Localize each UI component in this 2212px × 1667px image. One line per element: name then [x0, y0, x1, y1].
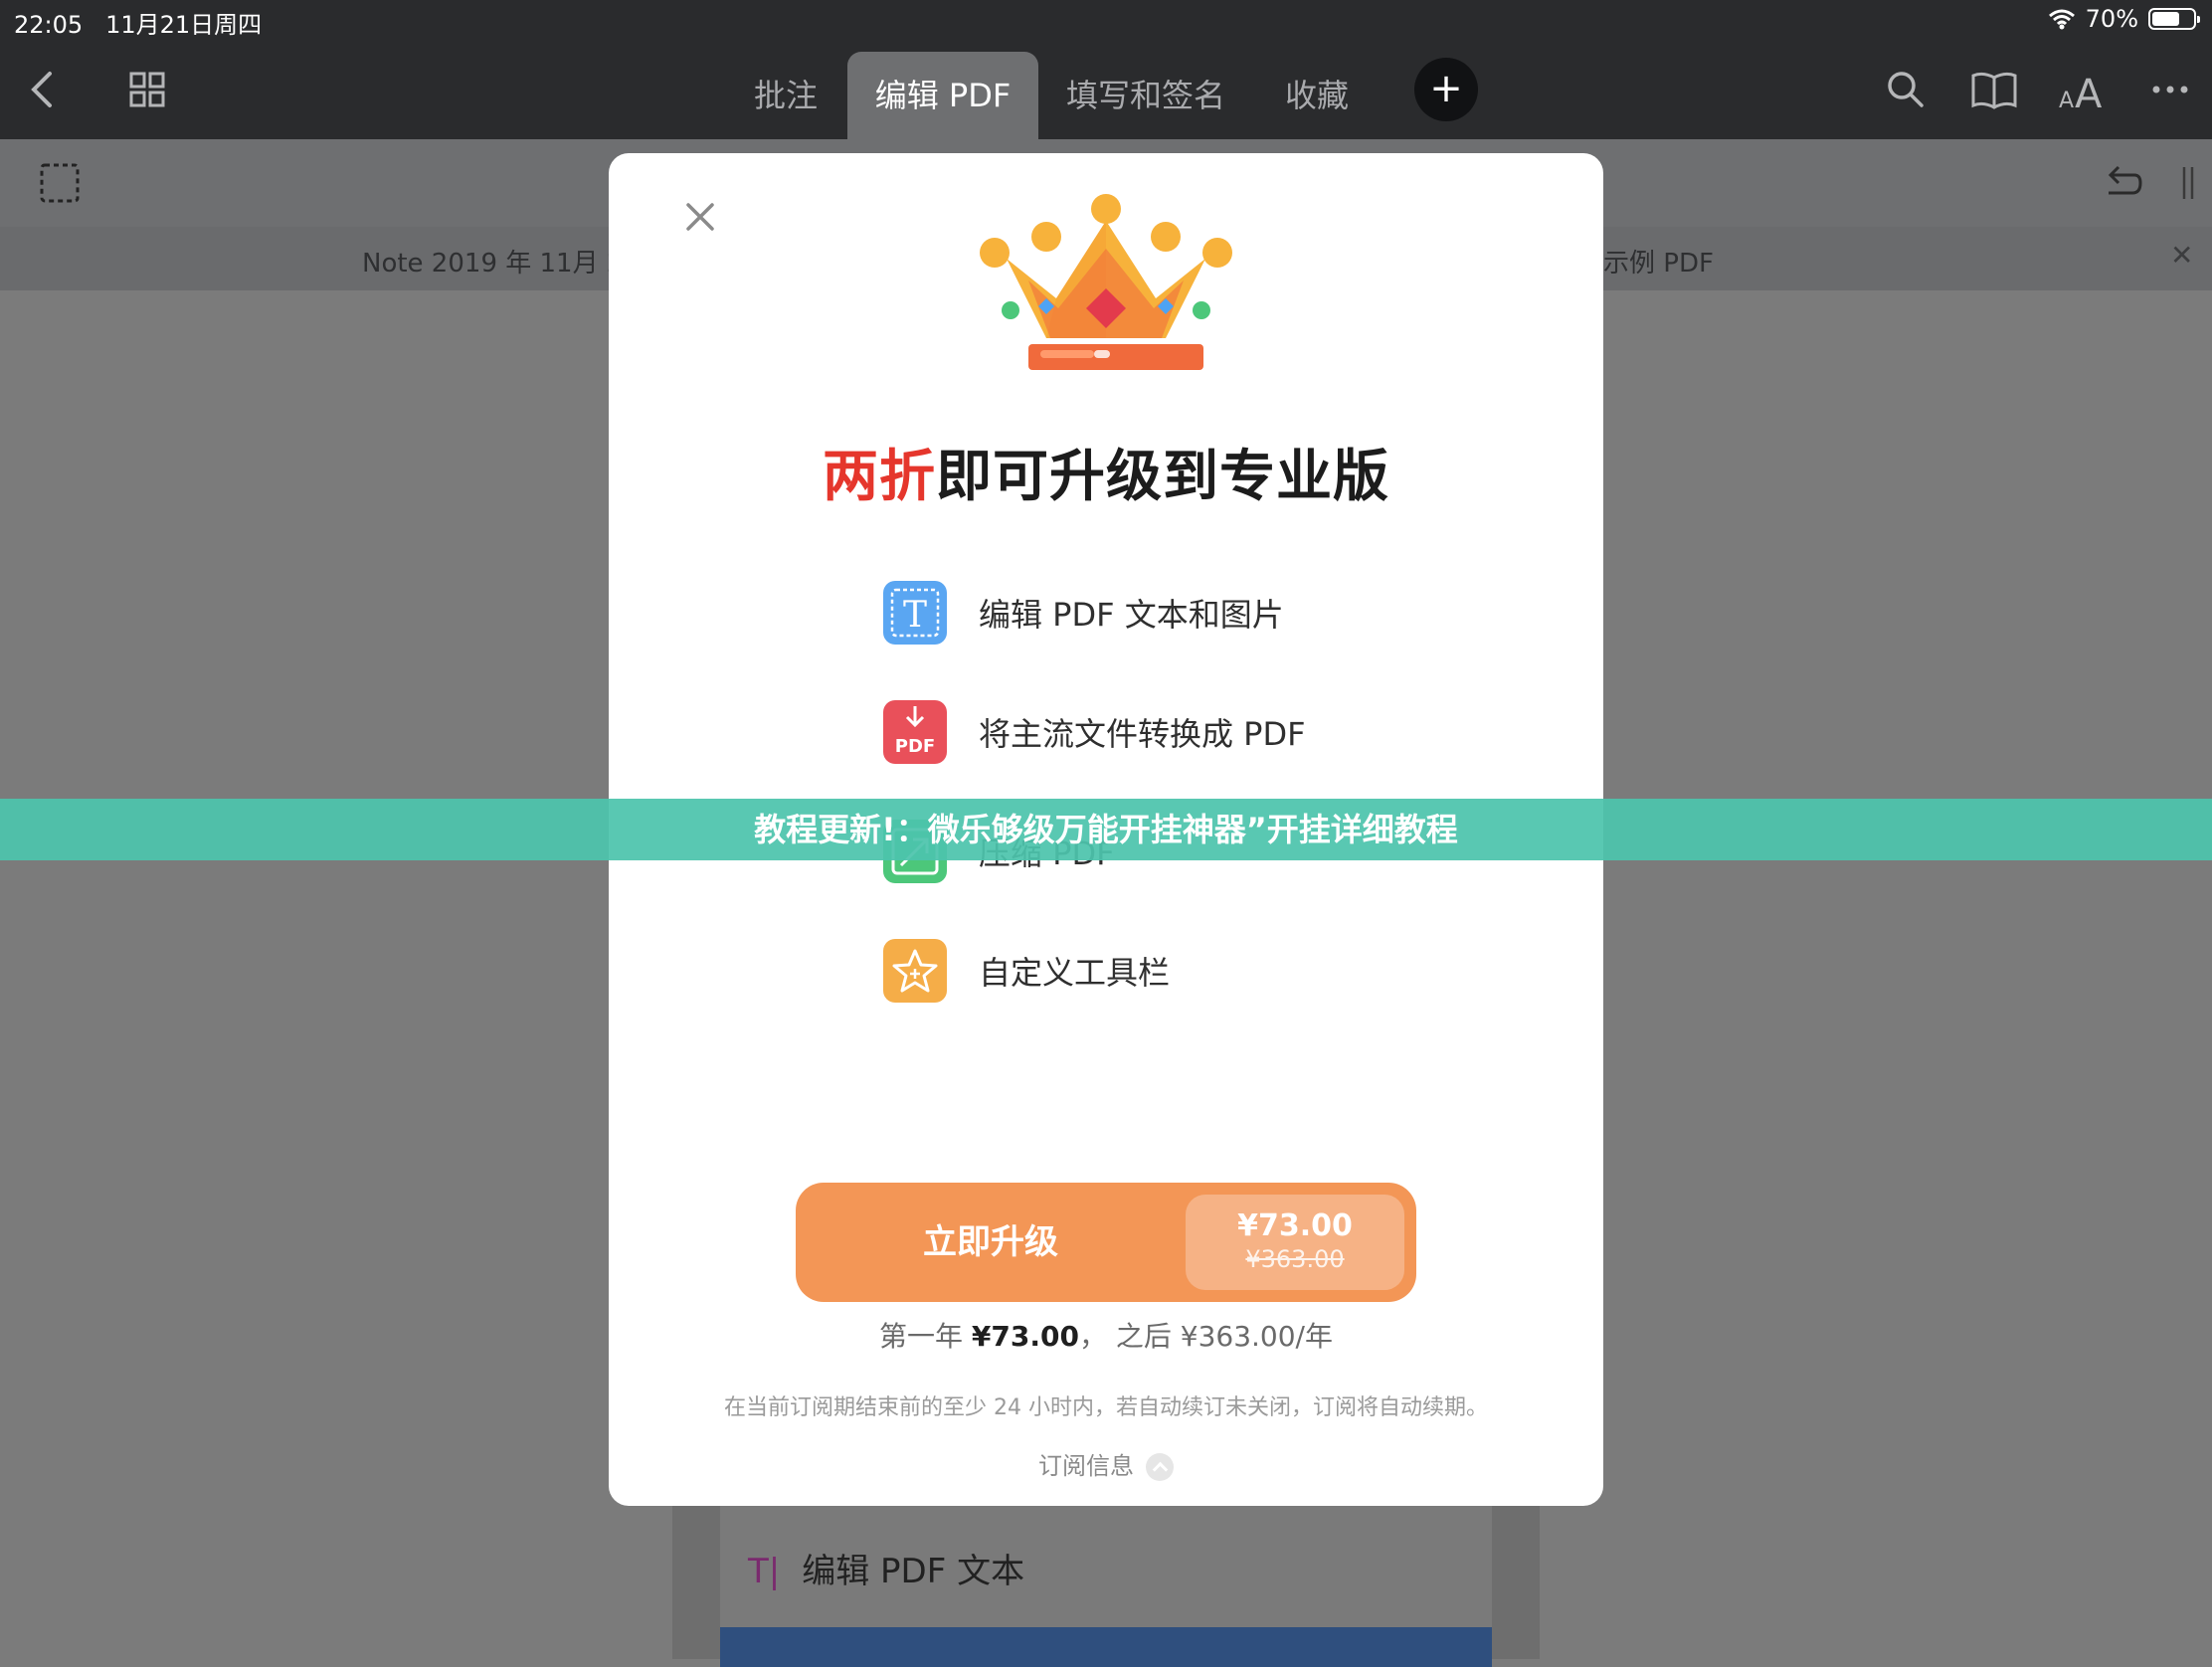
- document-text-line: T| 编辑 PDF 文本: [748, 1544, 1024, 1592]
- upgrade-button-label: 立即升级: [923, 1222, 1058, 1262]
- close-icon[interactable]: ✕: [2170, 239, 2193, 272]
- original-price: ¥363.00: [1245, 1245, 1345, 1273]
- doc-tab-sample-pdf[interactable]: 示例 PDF: [1603, 243, 1714, 279]
- back-chevron-icon[interactable]: [22, 68, 66, 111]
- overlay-banner: 教程更新!：微乐够级万能开挂神器”开挂详细教程: [0, 799, 2212, 860]
- status-indicators: 70%: [2048, 5, 2200, 33]
- feature-edit-text: T 编辑 PDF 文本和图片: [883, 581, 1284, 645]
- search-icon[interactable]: [1884, 68, 1928, 111]
- feature-label: 自定义工具栏: [979, 954, 1171, 992]
- crown-icon: [980, 194, 1232, 370]
- subscription-info-label: 订阅信息: [1038, 1452, 1134, 1480]
- discount-price: ¥73.00: [1237, 1208, 1353, 1243]
- status-time: 22:05: [14, 11, 84, 39]
- main-toolbar: 批注 编辑 PDF 填写和签名 收藏 + A A: [0, 40, 2212, 139]
- svg-text:A: A: [2059, 89, 2074, 111]
- pdf-convert-icon: PDF: [883, 700, 947, 764]
- feature-label: 编辑 PDF 文本和图片: [979, 596, 1284, 634]
- tab-favorites[interactable]: 收藏: [1275, 52, 1359, 139]
- upgrade-button[interactable]: 立即升级 ¥73.00 ¥363.00: [796, 1183, 1416, 1302]
- undo-icon[interactable]: [2101, 161, 2144, 205]
- subscription-terms: 在当前订阅期结束前的至少 24 小时内，若自动续订未关闭，订阅将自动续期。: [724, 1395, 1488, 1420]
- text-cursor-icon: T|: [748, 1552, 781, 1591]
- svg-text:T: T: [903, 595, 927, 636]
- feature-custom-toolbar: 自定义工具栏: [883, 939, 1170, 1003]
- tab-annotate[interactable]: 批注: [738, 52, 833, 139]
- tab-edit-pdf[interactable]: 编辑 PDF: [847, 52, 1038, 139]
- svg-text:PDF: PDF: [895, 736, 935, 757]
- first-year-price: ¥73.00: [971, 1320, 1079, 1353]
- star-icon: [883, 939, 947, 1003]
- panel-handle-icon[interactable]: [2178, 163, 2198, 203]
- price-suffix: ， 之后 ¥363.00/年: [1078, 1320, 1333, 1353]
- feature-convert-pdf: PDF 将主流文件转换成 PDF: [883, 700, 1306, 764]
- chevron-up-icon: [1146, 1453, 1174, 1481]
- status-date: 11月21日周四: [105, 11, 263, 39]
- status-bar: 22:05 11月21日周四 70%: [0, 0, 2212, 40]
- text-size-icon[interactable]: A A: [2057, 68, 2109, 111]
- selection-box-icon[interactable]: [38, 161, 82, 205]
- subscription-info-link[interactable]: 订阅信息: [609, 1446, 1603, 1481]
- close-modal-icon[interactable]: [680, 197, 720, 237]
- battery-fill: [2152, 12, 2179, 26]
- more-icon[interactable]: [2148, 68, 2192, 111]
- grid-view-icon[interactable]: [125, 68, 169, 111]
- headline-highlight: 两折: [823, 445, 936, 509]
- book-icon[interactable]: [1969, 68, 2019, 111]
- headline-text: 即可升级到专业版: [936, 445, 1389, 509]
- modal-headline: 两折即可升级到专业版: [609, 432, 1603, 512]
- status-time-date: 22:05 11月21日周四: [14, 5, 262, 40]
- add-tab-button[interactable]: +: [1414, 58, 1478, 121]
- document-line-text: 编辑 PDF 文本: [802, 1552, 1025, 1591]
- tab-fill-sign[interactable]: 填写和签名: [1060, 52, 1231, 139]
- battery-icon: [2148, 8, 2200, 30]
- battery-percent: 70%: [2085, 5, 2138, 33]
- price-box: ¥73.00 ¥363.00: [1186, 1195, 1404, 1290]
- feature-label: 将主流文件转换成 PDF: [979, 715, 1306, 753]
- price-prefix: 第一年: [879, 1320, 972, 1353]
- svg-text:A: A: [2075, 72, 2103, 111]
- document-blue-bar: [720, 1627, 1492, 1667]
- price-summary: 第一年 ¥73.00， 之后 ¥363.00/年: [609, 1315, 1603, 1355]
- wifi-icon: [2048, 9, 2075, 30]
- text-edit-icon: T: [883, 581, 947, 645]
